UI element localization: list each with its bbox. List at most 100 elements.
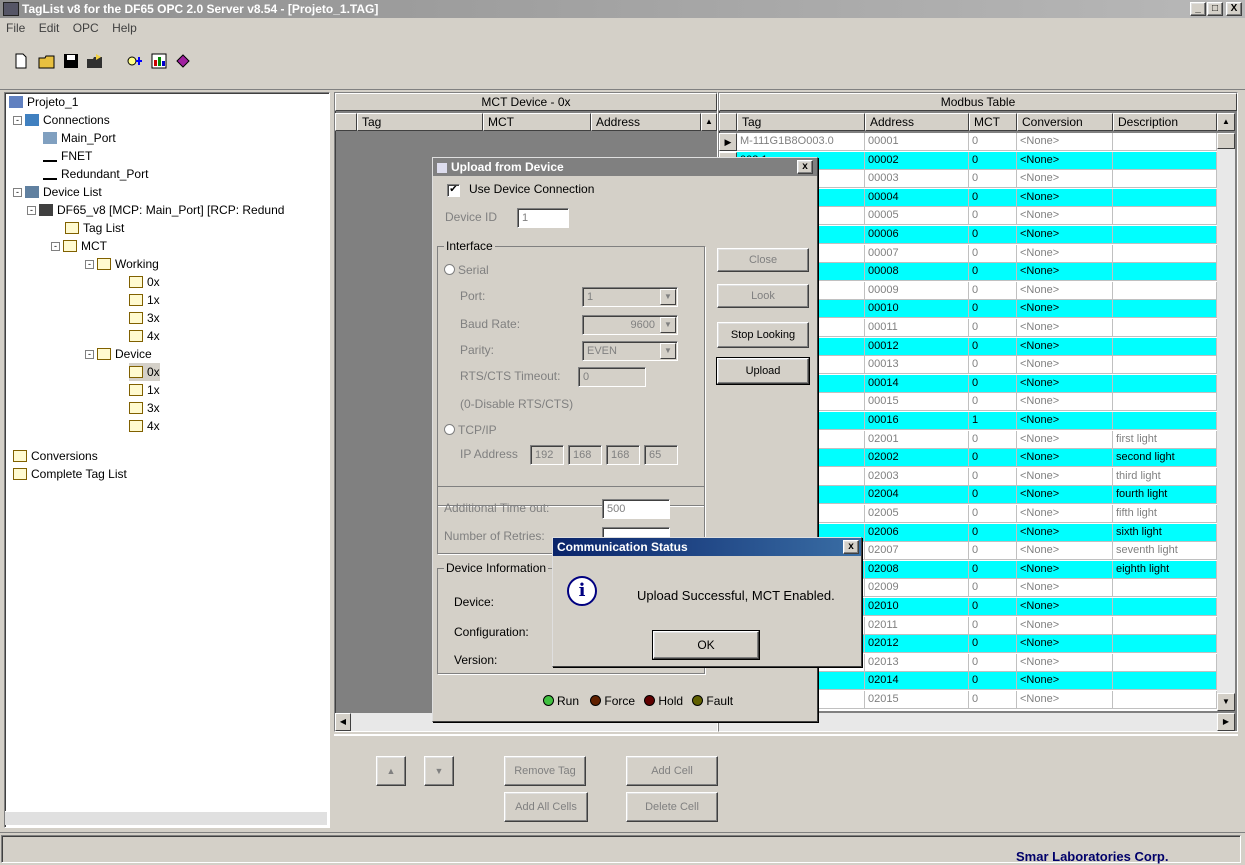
modbus-cell-address[interactable]: 00002 bbox=[865, 151, 969, 170]
row-selector[interactable]: ▶ bbox=[719, 133, 737, 151]
modbus-cell-conversion[interactable]: <None> bbox=[1017, 374, 1113, 393]
move-up-button[interactable]: ▲ bbox=[376, 756, 406, 786]
modbus-cell-address[interactable]: 00008 bbox=[865, 263, 969, 282]
modbus-cell-conversion[interactable]: <None> bbox=[1017, 151, 1113, 170]
scroll-down-arrow-icon[interactable]: ▼ bbox=[1217, 693, 1235, 711]
modbus-cell-conversion[interactable]: <None> bbox=[1017, 207, 1113, 226]
tree-device-1x[interactable]: 1x bbox=[129, 381, 160, 399]
device-id-input[interactable]: 1 bbox=[517, 208, 569, 228]
modbus-cell-description[interactable] bbox=[1113, 691, 1217, 709]
modbus-cell-description[interactable]: eighth light bbox=[1113, 560, 1217, 579]
modbus-cell-conversion[interactable]: <None> bbox=[1017, 188, 1113, 207]
modbus-cell-address[interactable]: 02003 bbox=[865, 467, 969, 486]
modbus-cell-conversion[interactable]: <None> bbox=[1017, 281, 1113, 300]
comm-close-x-button[interactable]: x bbox=[843, 540, 859, 554]
collapse-icon[interactable]: - bbox=[85, 350, 94, 359]
modbus-cell-mct[interactable]: 1 bbox=[969, 412, 1017, 430]
modbus-col-tag[interactable]: Tag bbox=[737, 113, 865, 131]
modbus-cell-description[interactable] bbox=[1113, 356, 1217, 375]
ip-octet-4[interactable]: 65 bbox=[644, 445, 678, 465]
modbus-cell-conversion[interactable]: <None> bbox=[1017, 430, 1113, 449]
modbus-cell-conversion[interactable]: <None> bbox=[1017, 263, 1113, 282]
tree-working-0x[interactable]: 0x bbox=[129, 273, 160, 291]
parity-select[interactable]: EVEN ▼ bbox=[582, 341, 678, 361]
modbus-cell-mct[interactable]: 0 bbox=[969, 486, 1017, 505]
modbus-col-conversion[interactable]: Conversion bbox=[1017, 113, 1113, 131]
modbus-cell-conversion[interactable]: <None> bbox=[1017, 616, 1113, 635]
modbus-cell-description[interactable] bbox=[1113, 188, 1217, 207]
modbus-cell-address[interactable]: 00003 bbox=[865, 170, 969, 189]
modbus-cell-description[interactable] bbox=[1113, 151, 1217, 170]
modbus-cell-address[interactable]: 00010 bbox=[865, 300, 969, 319]
ip-octet-3[interactable]: 168 bbox=[606, 445, 640, 465]
tree-root[interactable]: Projeto_1 bbox=[9, 93, 78, 111]
modbus-cell-description[interactable] bbox=[1113, 393, 1217, 412]
modbus-cell-mct[interactable]: 0 bbox=[969, 598, 1017, 616]
tree-device-4x[interactable]: 4x bbox=[129, 417, 160, 435]
menu-file[interactable]: File bbox=[6, 21, 25, 35]
modbus-cell-address[interactable]: 02001 bbox=[865, 430, 969, 449]
modbus-cell-mct[interactable]: 0 bbox=[969, 505, 1017, 523]
modbus-cell-description[interactable] bbox=[1113, 635, 1217, 654]
modbus-cell-mct[interactable]: 0 bbox=[969, 188, 1017, 207]
modbus-cell-conversion[interactable]: <None> bbox=[1017, 505, 1113, 523]
modbus-cell-conversion[interactable]: <None> bbox=[1017, 449, 1113, 468]
modbus-cell-description[interactable] bbox=[1113, 281, 1217, 300]
tree-working-3x[interactable]: 3x bbox=[129, 309, 160, 327]
modbus-cell-conversion[interactable]: <None> bbox=[1017, 542, 1113, 561]
close-button-dialog[interactable]: Close bbox=[717, 248, 809, 272]
modbus-cell-address[interactable]: 00004 bbox=[865, 188, 969, 207]
modbus-cell-mct[interactable]: 0 bbox=[969, 300, 1017, 319]
modbus-cell-address[interactable]: 00009 bbox=[865, 281, 969, 300]
modbus-col-address[interactable]: Address bbox=[865, 113, 969, 131]
modbus-cell-address[interactable]: 00005 bbox=[865, 207, 969, 226]
tree-redundant-port[interactable]: Redundant_Port bbox=[43, 165, 148, 183]
book-icon[interactable] bbox=[174, 52, 192, 70]
modbus-cell-mct[interactable]: 0 bbox=[969, 393, 1017, 412]
modbus-cell-conversion[interactable]: <None> bbox=[1017, 579, 1113, 598]
modbus-cell-description[interactable] bbox=[1113, 412, 1217, 430]
scroll-up-arrow-icon[interactable]: ▲ bbox=[701, 113, 717, 131]
chevron-down-icon[interactable]: ▼ bbox=[660, 289, 676, 305]
modbus-cell-mct[interactable]: 0 bbox=[969, 244, 1017, 263]
modbus-cell-mct[interactable]: 0 bbox=[969, 170, 1017, 189]
upload-button[interactable]: Upload bbox=[716, 357, 810, 385]
tree-device-0x[interactable]: 0x bbox=[129, 363, 160, 381]
modbus-cell-conversion[interactable]: <None> bbox=[1017, 356, 1113, 375]
collapse-icon[interactable]: - bbox=[13, 188, 22, 197]
delete-cell-button[interactable]: Delete Cell bbox=[626, 792, 718, 822]
modbus-cell-description[interactable]: third light bbox=[1113, 467, 1217, 486]
tcpip-radio[interactable]: TCP/IP bbox=[444, 423, 497, 437]
modbus-cell-description[interactable]: fourth light bbox=[1113, 486, 1217, 505]
modbus-cell-conversion[interactable]: <None> bbox=[1017, 412, 1113, 430]
modbus-cell-mct[interactable]: 0 bbox=[969, 691, 1017, 709]
modbus-cell-conversion[interactable]: <None> bbox=[1017, 598, 1113, 616]
tree-device-3x[interactable]: 3x bbox=[129, 399, 160, 417]
modbus-cell-conversion[interactable]: <None> bbox=[1017, 226, 1113, 244]
modbus-cell-address[interactable]: 02015 bbox=[865, 691, 969, 709]
collapse-icon[interactable]: - bbox=[27, 206, 36, 215]
menu-opc[interactable]: OPC bbox=[73, 21, 99, 35]
modbus-cell-conversion[interactable]: <None> bbox=[1017, 393, 1113, 412]
modbus-cell-mct[interactable]: 0 bbox=[969, 430, 1017, 449]
modbus-cell-description[interactable] bbox=[1113, 598, 1217, 616]
modbus-cell-address[interactable]: 02013 bbox=[865, 653, 969, 672]
modbus-cell-conversion[interactable]: <None> bbox=[1017, 653, 1113, 672]
tree-working-4x[interactable]: 4x bbox=[129, 327, 160, 345]
tree-tag-list[interactable]: Tag List bbox=[65, 219, 124, 237]
open-folder-icon[interactable] bbox=[38, 52, 56, 70]
modbus-cell-conversion[interactable]: <None> bbox=[1017, 300, 1113, 319]
tree-connections[interactable]: - Connections bbox=[13, 111, 110, 129]
tree-working-1x[interactable]: 1x bbox=[129, 291, 160, 309]
chevron-down-icon[interactable]: ▼ bbox=[660, 343, 676, 359]
modbus-cell-address[interactable]: 02012 bbox=[865, 635, 969, 654]
modbus-cell-address[interactable]: 02009 bbox=[865, 579, 969, 598]
scroll-right-arrow-icon[interactable]: ▶ bbox=[1217, 713, 1235, 731]
modbus-cell-address[interactable]: 00015 bbox=[865, 393, 969, 412]
minimize-button[interactable]: _ bbox=[1190, 2, 1206, 16]
modbus-cell-conversion[interactable]: <None> bbox=[1017, 560, 1113, 579]
modbus-cell-address[interactable]: 02007 bbox=[865, 542, 969, 561]
modbus-col-mct[interactable]: MCT bbox=[969, 113, 1017, 131]
tree-device-folder[interactable]: - Device bbox=[85, 345, 152, 363]
modbus-cell-address[interactable]: 00013 bbox=[865, 356, 969, 375]
